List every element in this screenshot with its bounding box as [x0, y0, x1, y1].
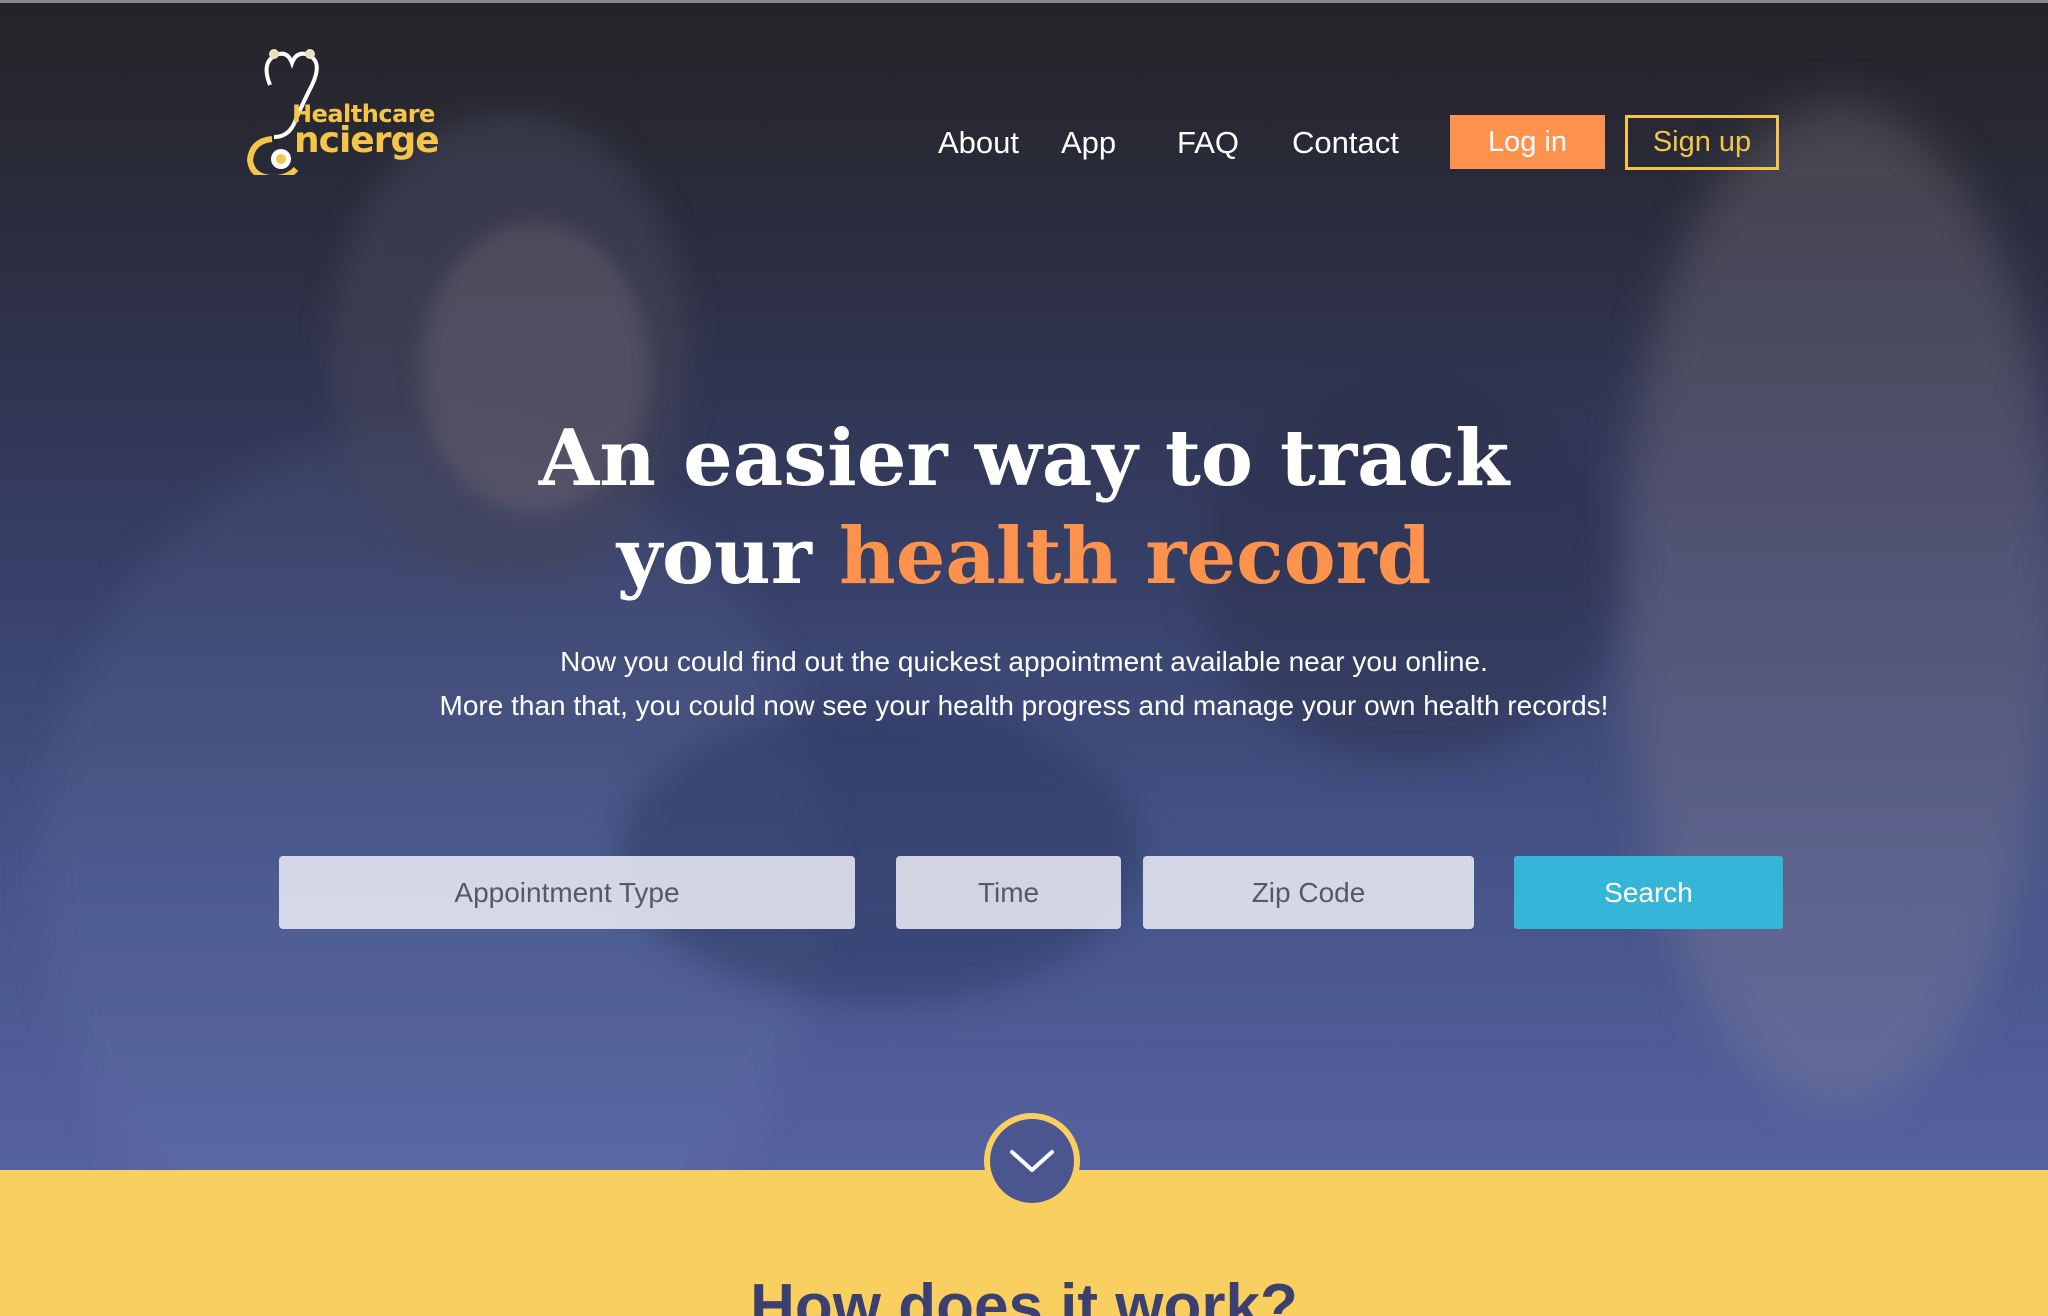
signup-button[interactable]: Sign up	[1625, 115, 1779, 170]
zip-code-input[interactable]	[1143, 856, 1474, 929]
hero-headline-line2: your health record	[0, 508, 2048, 606]
nav-faq[interactable]: FAQ	[1177, 125, 1239, 161]
hero-photo-desk	[620, 703, 1140, 1003]
hero-headline-line1: An easier way to track	[538, 413, 1510, 504]
scroll-down-button[interactable]	[984, 1113, 1080, 1209]
hero-headline-prefix: your	[616, 511, 840, 602]
login-button[interactable]: Log in	[1450, 115, 1605, 169]
appointment-type-input[interactable]	[279, 856, 855, 929]
hero-section: Healthcare ncierge About App FAQ Contact…	[0, 3, 2048, 1170]
hero-headline-accent: health record	[839, 511, 1432, 602]
hero-subtitle-line1: Now you could find out the quickest appo…	[560, 646, 1488, 677]
time-input[interactable]	[896, 856, 1121, 929]
chevron-down-icon	[1010, 1150, 1054, 1172]
nav-contact[interactable]: Contact	[1292, 125, 1399, 161]
brand-name-line2: ncierge	[294, 120, 440, 161]
how-it-works-title: How does it work?	[750, 1272, 1298, 1316]
brand-logo[interactable]: Healthcare ncierge	[244, 45, 444, 175]
nav-about[interactable]: About	[938, 125, 1019, 161]
nav-app[interactable]: App	[1061, 125, 1116, 161]
search-button[interactable]: Search	[1514, 856, 1783, 929]
hero-subtitle-line2: More than that, you could now see your h…	[439, 690, 1609, 721]
